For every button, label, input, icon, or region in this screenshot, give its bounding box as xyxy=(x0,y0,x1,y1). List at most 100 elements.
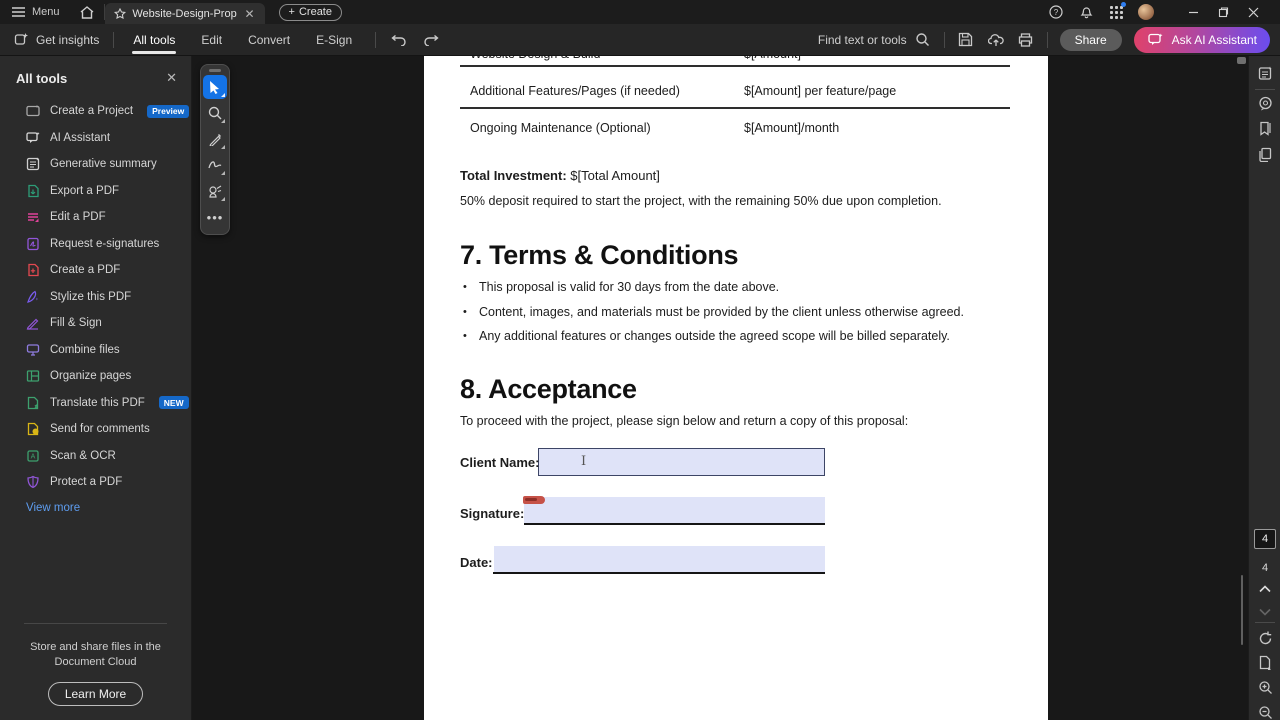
create-tab-button[interactable]: + Create xyxy=(278,3,342,21)
preview-badge: Preview xyxy=(147,104,190,118)
date-line xyxy=(493,572,825,574)
page-number-input[interactable]: 4 xyxy=(1254,529,1276,549)
star-icon[interactable] xyxy=(113,6,127,22)
tab-convert[interactable]: Convert xyxy=(235,24,303,55)
notifications-bell-icon[interactable] xyxy=(1078,4,1094,20)
stylize-pdf-icon xyxy=(26,290,40,304)
pricing-row-amount: $[Amount] xyxy=(744,56,801,61)
terms-bullet: This proposal is valid for 30 days from … xyxy=(479,280,780,294)
close-window-button[interactable] xyxy=(1238,0,1268,24)
bookmarks-icon[interactable] xyxy=(1249,120,1280,136)
mode-tabs: All tools Edit Convert E-Sign xyxy=(120,24,365,55)
print-icon[interactable] xyxy=(1017,31,1035,49)
annotate-pen-tool-button[interactable] xyxy=(203,127,227,151)
more-tools-button[interactable]: ••• xyxy=(203,205,227,229)
right-tools-rail: 4 4 xyxy=(1248,56,1280,720)
learn-more-button[interactable]: Learn More xyxy=(47,682,144,706)
pricing-row-amount: $[Amount] per feature/page xyxy=(744,84,897,98)
redo-icon[interactable] xyxy=(422,31,440,49)
minimize-button[interactable] xyxy=(1178,0,1208,24)
scan-ocr-icon: A xyxy=(26,449,40,463)
menu-button[interactable]: Menu xyxy=(0,0,70,24)
svg-text:?: ? xyxy=(1054,8,1059,17)
sidebar-item-label: Organize pages xyxy=(50,370,132,383)
sidebar-item-edit-a-pdf[interactable]: Edit a PDF xyxy=(0,204,191,231)
zoom-tool-button[interactable] xyxy=(203,101,227,125)
generative-summary-icon xyxy=(26,157,40,171)
export-pdf-icon xyxy=(26,184,40,198)
sidebar-item-scan-ocr[interactable]: A Scan & OCR xyxy=(0,443,191,470)
date-field[interactable] xyxy=(494,546,825,572)
terms-bullet: Content, images, and materials must be p… xyxy=(479,305,964,319)
sidebar-item-create-a-project[interactable]: Create a Project Preview xyxy=(0,98,191,125)
comments-icon[interactable] xyxy=(1249,95,1280,111)
help-icon[interactable]: ? xyxy=(1048,4,1064,20)
bullet-glyph: • xyxy=(463,306,467,318)
sidebar-item-label: Create a Project xyxy=(50,105,134,118)
sidebar-item-fill-and-sign[interactable]: Fill & Sign xyxy=(0,310,191,337)
total-investment-value: $[Total Amount] xyxy=(570,168,660,183)
page-view-options-icon[interactable] xyxy=(1249,654,1280,670)
search-icon xyxy=(914,31,932,49)
signature-field[interactable] xyxy=(524,497,825,523)
refresh-rotate-icon[interactable] xyxy=(1249,630,1280,646)
generative-summary-icon[interactable] xyxy=(1249,65,1280,81)
sidebar-item-stylize-this-pdf[interactable]: Stylize this PDF xyxy=(0,284,191,311)
close-panel-icon[interactable]: ✕ xyxy=(166,70,177,86)
sidebar-item-translate-this-pdf[interactable]: Translate this PDF NEW xyxy=(0,390,191,417)
pricing-row-amount: $[Amount]/month xyxy=(744,121,840,135)
stamp-tool-button[interactable] xyxy=(203,179,227,203)
undo-icon[interactable] xyxy=(390,31,408,49)
sidebar-item-request-e-signatures[interactable]: Request e-signatures xyxy=(0,231,191,258)
terms-bullet: Any additional features or changes outsi… xyxy=(479,329,950,343)
pricing-row-item: Ongoing Maintenance (Optional) xyxy=(470,121,651,135)
toolbar-divider xyxy=(375,31,377,48)
sidebar-item-organize-pages[interactable]: Organize pages xyxy=(0,363,191,390)
section-7-heading: 7. Terms & Conditions xyxy=(460,240,739,270)
draw-tool-button[interactable] xyxy=(203,153,227,177)
bullet-glyph: • xyxy=(463,281,467,293)
restore-button[interactable] xyxy=(1208,0,1238,24)
next-page-chevron-icon[interactable] xyxy=(1249,604,1280,620)
sidebar-item-combine-files[interactable]: Combine files xyxy=(0,337,191,364)
ask-ai-assistant-button[interactable]: Ask AI Assistant xyxy=(1133,26,1270,53)
sidebar-item-create-a-pdf[interactable]: Create a PDF xyxy=(0,257,191,284)
select-tool-button[interactable] xyxy=(203,75,227,99)
attachments-pages-icon[interactable] xyxy=(1249,146,1280,162)
document-viewport[interactable]: ••• Website Design & Build $[Amount] Add… xyxy=(192,56,1248,720)
zoom-in-icon[interactable] xyxy=(1249,679,1280,695)
apps-grid-icon[interactable] xyxy=(1108,2,1126,20)
sidebar-item-protect-a-pdf[interactable]: Protect a PDF xyxy=(0,469,191,496)
zoom-out-icon[interactable] xyxy=(1249,704,1280,720)
toolbar-divider xyxy=(943,31,945,48)
get-insights-button[interactable]: Get insights xyxy=(0,31,113,49)
tab-close-icon[interactable]: ✕ xyxy=(243,8,255,20)
tab-edit[interactable]: Edit xyxy=(188,24,235,55)
all-tools-title: All tools xyxy=(16,70,68,86)
scroll-indicator[interactable] xyxy=(1241,575,1243,645)
sidebar-item-label: Request e-signatures xyxy=(50,237,160,250)
sidebar-item-generative-summary[interactable]: Generative summary xyxy=(0,151,191,178)
find-label: Find text or tools xyxy=(817,32,907,47)
sidebar-item-send-for-comments[interactable]: Send for comments xyxy=(0,416,191,443)
view-more-link[interactable]: View more xyxy=(0,502,191,514)
total-investment-line: Total Investment: $[Total Amount] xyxy=(460,168,660,183)
share-button[interactable]: Share xyxy=(1059,28,1122,51)
rail-divider xyxy=(1255,622,1275,623)
sidebar-item-ai-assistant[interactable]: AI Assistant xyxy=(0,125,191,152)
find-tool[interactable]: Find text or tools xyxy=(818,31,932,49)
tab-esign[interactable]: E-Sign xyxy=(303,24,365,55)
upload-cloud-icon[interactable] xyxy=(987,31,1005,49)
user-avatar[interactable] xyxy=(1138,4,1154,20)
document-tab[interactable]: Website-Design-Proposa... ✕ xyxy=(104,3,265,24)
text-cursor: I xyxy=(581,454,587,469)
vertical-scrollbar-thumb[interactable] xyxy=(1237,57,1246,64)
signature-line xyxy=(524,523,825,525)
tab-all-tools[interactable]: All tools xyxy=(120,24,188,55)
panel-drag-handle[interactable] xyxy=(209,69,221,72)
save-icon[interactable] xyxy=(957,31,975,49)
previous-page-chevron-icon[interactable] xyxy=(1249,581,1280,597)
date-label: Date: xyxy=(460,555,493,570)
home-button[interactable] xyxy=(70,0,104,24)
sidebar-item-export-a-pdf[interactable]: Export a PDF xyxy=(0,178,191,205)
